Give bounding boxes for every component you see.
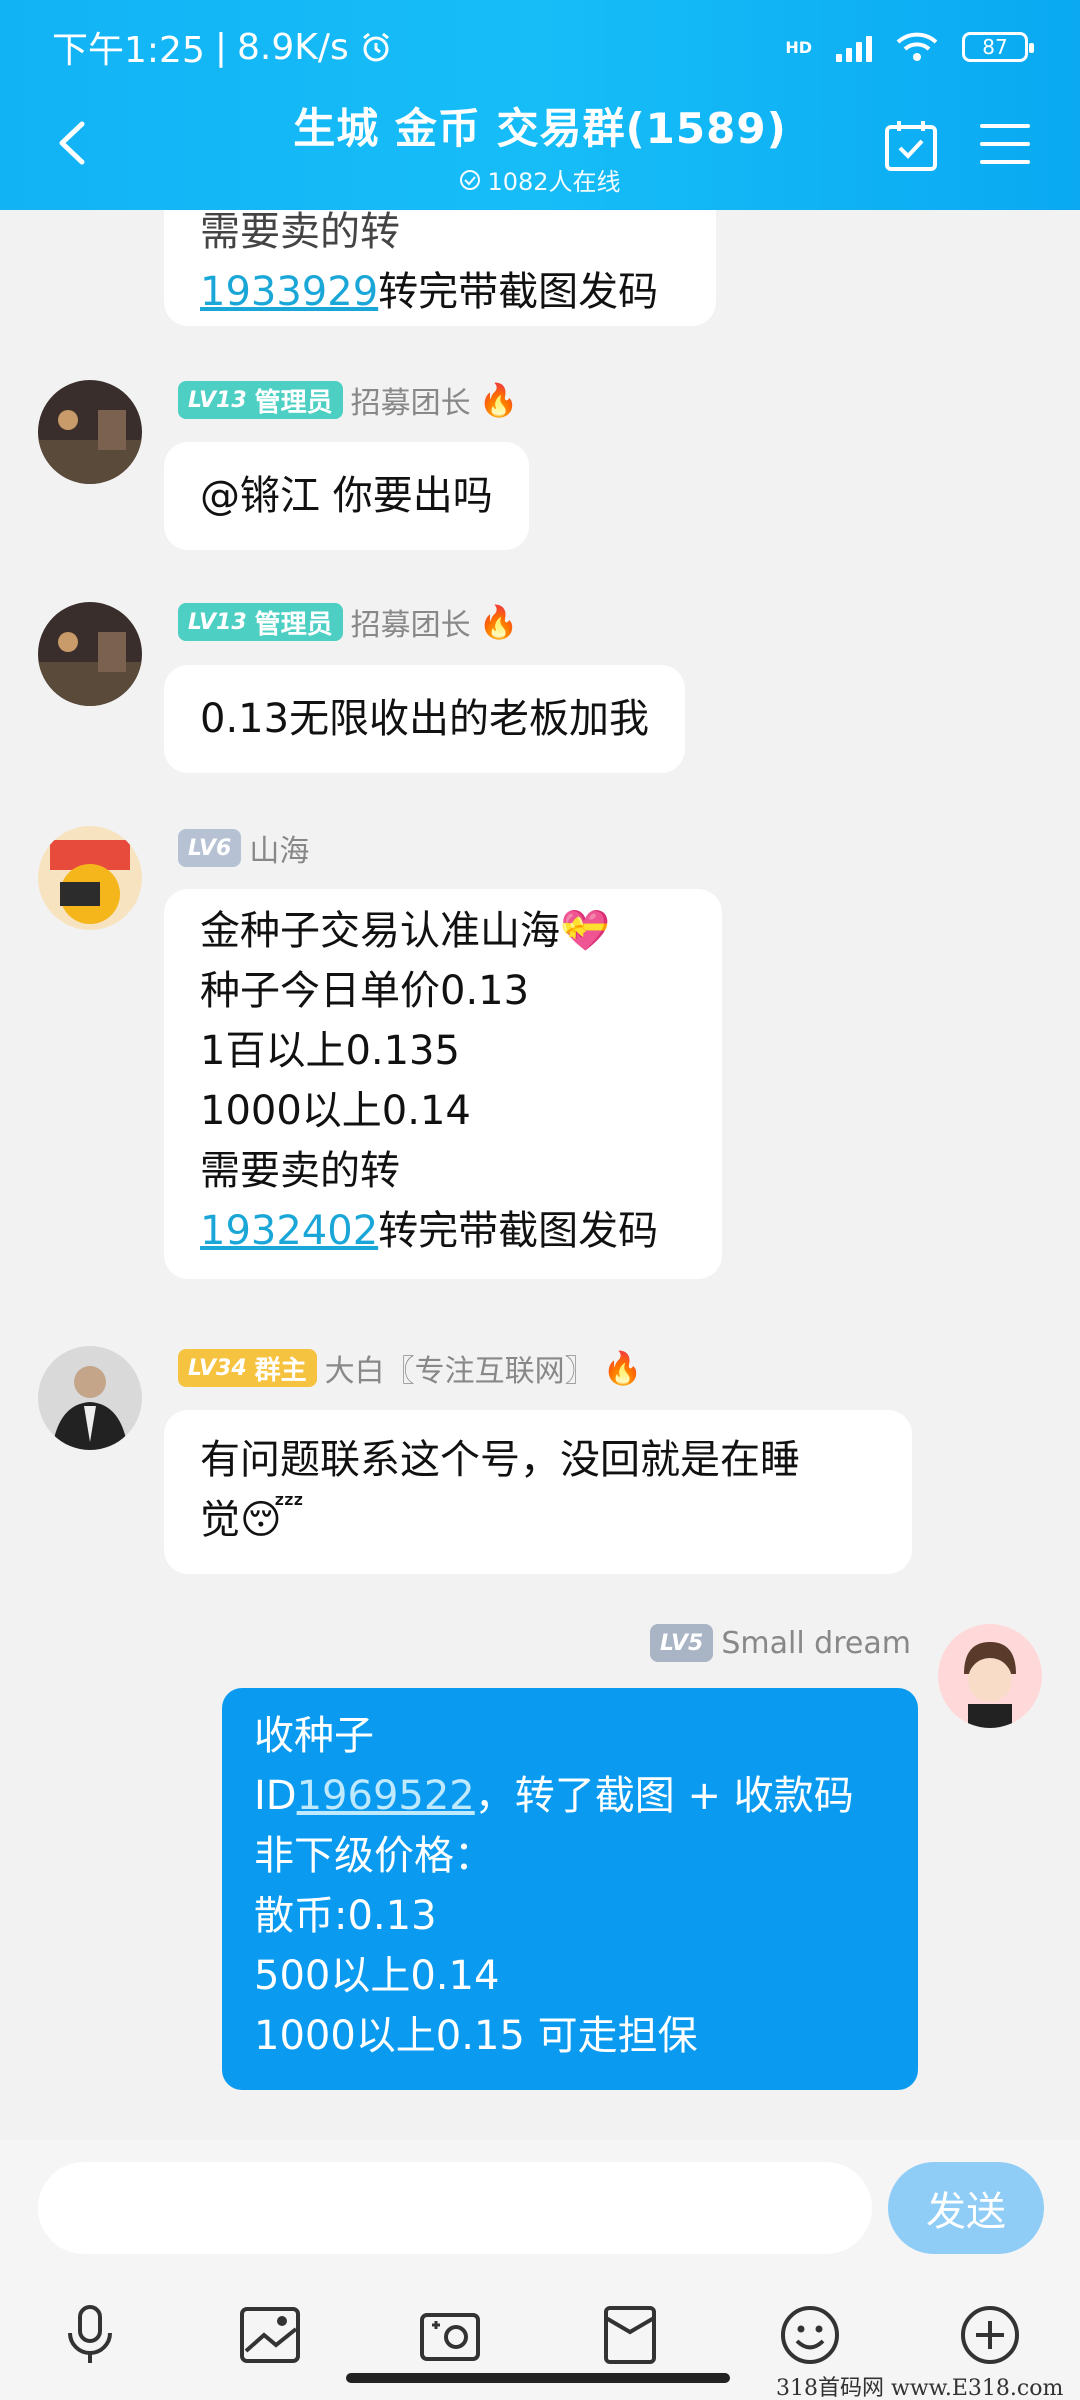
plus-icon[interactable] <box>955 2300 1025 2370</box>
avatar[interactable] <box>38 380 142 484</box>
fire-icon: 🔥 <box>478 381 519 419</box>
red-packet-icon[interactable] <box>595 2300 665 2370</box>
message-bubble[interactable]: @锵江 你要出吗 <box>164 442 529 550</box>
status-bar: 下午1:25 | 8.9K/s HD 87 <box>52 22 1034 72</box>
role-badge: LV13 管理员 <box>178 603 343 641</box>
id-link[interactable]: 1933929 <box>200 269 378 315</box>
camera-icon[interactable] <box>415 2300 485 2370</box>
level-badge: LV5 <box>650 1624 714 1662</box>
my-message-bubble[interactable]: 收种子 ID1969522，转了截图 + 收款码 非下级价格： 散币:0.13 … <box>222 1688 918 2090</box>
sender-name: 大白〖专注互联网〗 <box>324 1354 595 1389</box>
avatar[interactable] <box>38 826 142 930</box>
input-toolbar <box>0 2300 1080 2380</box>
online-count: 1082人在线 <box>487 168 621 196</box>
sender-name: 山海 <box>249 834 310 869</box>
calendar-check-icon[interactable] <box>884 118 938 172</box>
alarm-icon <box>362 32 389 62</box>
send-button[interactable]: 发送 <box>888 2162 1044 2254</box>
id-link[interactable]: 1932402 <box>200 1208 378 1254</box>
sender-name: Small dream <box>721 1625 911 1661</box>
id-link[interactable]: 1969522 <box>297 1773 475 1819</box>
battery-indicator: 87 <box>962 32 1034 62</box>
image-icon[interactable] <box>235 2300 305 2370</box>
hd-label: HD <box>785 37 812 57</box>
message-bubble[interactable]: 有问题联系这个号，没回就是在睡 觉😴 <box>164 1410 912 1574</box>
avatar[interactable] <box>38 602 142 706</box>
level-badge: LV6 <box>178 829 242 867</box>
fire-icon: 🔥 <box>478 603 519 641</box>
microphone-icon[interactable] <box>55 2300 125 2370</box>
role-badge: LV34 群主 <box>178 1349 317 1387</box>
message-input[interactable] <box>38 2162 872 2254</box>
message-list[interactable]: 需要卖的转 1933929转完带截图发码 LV13 管理员 招募团长 🔥 @锵江 … <box>0 210 1080 2140</box>
chat-header: 下午1:25 | 8.9K/s HD 87 生城 金币 交易群(1589) 10… <box>0 0 1080 210</box>
status-net-speed: 8.9K/s <box>236 26 349 68</box>
emoji-icon[interactable] <box>775 2300 845 2370</box>
sender-name: 招募团长 <box>350 608 471 643</box>
menu-icon[interactable] <box>980 122 1030 166</box>
message-bubble[interactable]: 金种子交易认准山海💝 种子今日单价0.13 1百以上0.135 1000以上0.… <box>164 889 722 1279</box>
avatar[interactable] <box>938 1624 1042 1728</box>
avatar[interactable] <box>38 1346 142 1450</box>
home-indicator[interactable] <box>346 2373 730 2383</box>
status-time: 下午1:25 <box>52 30 205 71</box>
fire-icon: 🔥 <box>602 1349 643 1387</box>
check-circle-icon <box>460 169 481 190</box>
message-bubble[interactable]: 需要卖的转 1933929转完带截图发码 <box>164 210 716 326</box>
wifi-icon <box>896 32 938 61</box>
message-bubble[interactable]: 0.13无限收出的老板加我 <box>164 665 686 773</box>
sender-name: 招募团长 <box>350 386 471 421</box>
input-bar: 发送 <box>0 2140 1080 2400</box>
signal-icon <box>836 32 872 62</box>
watermark: 318首码网 www.E318.com <box>776 2376 1064 2400</box>
role-badge: LV13 管理员 <box>178 381 343 419</box>
